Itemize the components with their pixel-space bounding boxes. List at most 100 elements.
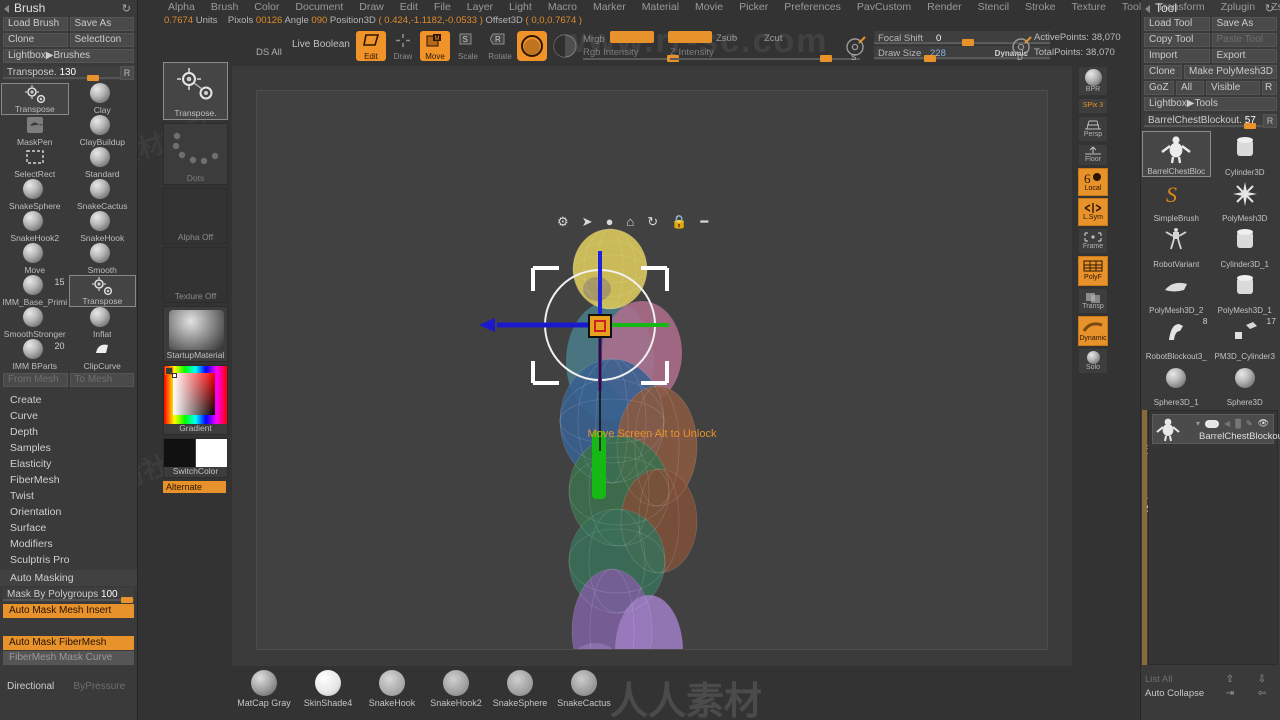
tool-button-row[interactable]: Load Tool Save As bbox=[1141, 16, 1280, 32]
tool-item-simplebrush[interactable]: S SimpleBrush bbox=[1142, 177, 1211, 223]
tool-button-export[interactable]: Export bbox=[1211, 49, 1277, 63]
refresh-icon[interactable]: ↻ bbox=[122, 2, 131, 15]
brush-item-snakecactus[interactable]: SnakeCactus bbox=[69, 179, 137, 211]
tool-item-cylinder3d[interactable]: Cylinder3D bbox=[1211, 131, 1280, 177]
mesh-button-row[interactable]: From Mesh To Mesh bbox=[0, 372, 137, 388]
goz-button[interactable]: GoZ bbox=[1144, 81, 1174, 95]
main-menubar[interactable]: Alpha Brush Color Document Draw Edit File Layer… bbox=[160, 0, 1280, 14]
visibility-toggle-icon[interactable] bbox=[1205, 419, 1220, 428]
tool-item-polymesh3d-2[interactable]: PolyMesh3D_2 bbox=[1142, 269, 1211, 315]
canvas-viewport[interactable]: ⚙ ➤ ● ⌂ ↻ 🔒 ━ Move Screen Alt to Unlock bbox=[256, 90, 1048, 650]
mask-by-polygroups-slider[interactable]: Mask By Polygroups 100 bbox=[3, 588, 134, 603]
directional-label[interactable]: Directional bbox=[3, 681, 68, 695]
merge-down-icon[interactable]: ⇦ bbox=[1246, 688, 1278, 699]
shelf-transp[interactable]: Transp bbox=[1078, 288, 1108, 314]
color-swatch-primary[interactable] bbox=[164, 439, 195, 467]
location-icon[interactable]: ● bbox=[606, 215, 614, 228]
menu-item-picker[interactable]: Picker bbox=[731, 0, 776, 14]
slider-icon[interactable]: ━ bbox=[700, 215, 708, 228]
tool-item-sphere3d-1[interactable]: Sphere3D_1 bbox=[1142, 361, 1211, 407]
brush-item-snakehook2[interactable]: SnakeHook2 bbox=[1, 211, 69, 243]
tool-item-robotblockout3-[interactable]: 8 RobotBlockout3_ bbox=[1142, 315, 1211, 361]
draw-mode-button[interactable]: Draw bbox=[388, 31, 418, 61]
material-sphere-button[interactable] bbox=[517, 31, 547, 61]
material-item-matcap-gray[interactable]: MatCap Gray bbox=[232, 670, 296, 716]
rotate-mode-button[interactable]: R Rotate bbox=[485, 31, 515, 61]
brush-section-sculptris-pro[interactable]: Sculptris Pro bbox=[0, 552, 137, 568]
tool-item-sphere3d[interactable]: Sphere3D bbox=[1211, 361, 1280, 407]
list-all-label[interactable]: List All bbox=[1142, 674, 1214, 685]
brush-section-elasticity[interactable]: Elasticity bbox=[0, 456, 137, 472]
brush-slider-reset[interactable]: R bbox=[120, 66, 134, 80]
edit-mode-button[interactable]: Edit bbox=[356, 31, 386, 61]
lightbox-tools-button[interactable]: Lightbox▶Tools bbox=[1144, 97, 1277, 111]
brush-button-selecticon[interactable]: SelectIcon bbox=[69, 33, 134, 47]
brush-transpose-slider[interactable]: Transpose. 130 R bbox=[3, 66, 134, 81]
shelf-spix-3[interactable]: SPix 3 bbox=[1078, 98, 1108, 114]
menu-item-transform[interactable]: Transform bbox=[1149, 0, 1212, 14]
menu-item-edit[interactable]: Edit bbox=[392, 0, 426, 14]
strip-texture[interactable]: Texture Off bbox=[163, 247, 228, 303]
material-item-snakehook2[interactable]: SnakeHook2 bbox=[424, 670, 488, 716]
menu-item-draw[interactable]: Draw bbox=[351, 0, 392, 14]
tool-item-barrelchestbloc[interactable]: BarrelChestBloc bbox=[1142, 131, 1211, 177]
ds-all-button[interactable]: DS All bbox=[256, 47, 282, 58]
brush-grid[interactable]: Transpose Clay MaskPen ClayBuildup SelectRec… bbox=[0, 82, 137, 372]
tool-item-cylinder3d-1[interactable]: Cylinder3D_1 bbox=[1211, 223, 1280, 269]
menu-item-tool[interactable]: Tool bbox=[1114, 0, 1149, 14]
menu-item-alpha[interactable]: Alpha bbox=[160, 0, 203, 14]
material-item-snakecactus[interactable]: SnakeCactus bbox=[552, 670, 616, 716]
strip-alpha[interactable]: Alpha Off bbox=[163, 188, 228, 244]
mask-polygroups-knob[interactable] bbox=[121, 597, 133, 603]
zsub-label[interactable]: Zsub bbox=[716, 33, 737, 44]
shelf-polyf[interactable]: PolyF bbox=[1078, 256, 1108, 286]
shelf-solo[interactable]: Solo bbox=[1078, 348, 1108, 374]
strip-switch-color[interactable]: SwitchColor bbox=[163, 438, 228, 478]
brush-section-twist[interactable]: Twist bbox=[0, 488, 137, 504]
brush-button-clone[interactable]: Clone bbox=[3, 33, 68, 47]
brush-slider-knob[interactable] bbox=[87, 75, 99, 81]
tool-slider-track[interactable] bbox=[1144, 125, 1277, 127]
tool-button-make-polymesh3d[interactable]: Make PolyMesh3D bbox=[1184, 65, 1277, 79]
brush-button-save-as[interactable]: Save As bbox=[69, 17, 134, 31]
tool-button-copy-tool[interactable]: Copy Tool bbox=[1144, 33, 1210, 47]
material-item-snakesphere[interactable]: SnakeSphere bbox=[488, 670, 552, 716]
shelf-bpr[interactable]: BPR bbox=[1078, 66, 1108, 96]
auto-mask-fibermesh-button[interactable]: Auto Mask FiberMesh bbox=[3, 636, 134, 650]
brush-section-samples[interactable]: Samples bbox=[0, 440, 137, 456]
menu-item-layer[interactable]: Layer bbox=[459, 0, 501, 14]
fibermesh-mask-curve-button[interactable]: FiberMesh Mask Curve bbox=[3, 651, 134, 665]
brush-item-claybuildup[interactable]: ClayBuildup bbox=[69, 115, 137, 147]
focal-shift-knob[interactable] bbox=[962, 39, 974, 46]
brush-button-load-brush[interactable]: Load Brush bbox=[3, 17, 68, 31]
tool-name-slider[interactable]: BarrelChestBlockout. 57 R bbox=[1144, 114, 1277, 129]
menu-item-color[interactable]: Color bbox=[246, 0, 287, 14]
brush-slider-track[interactable] bbox=[3, 77, 134, 79]
menu-item-stencil[interactable]: Stencil bbox=[970, 0, 1018, 14]
menu-item-document[interactable]: Document bbox=[287, 0, 351, 14]
tool-button-row[interactable]: Clone Make PolyMesh3D bbox=[1141, 64, 1280, 80]
brush-item-transpose[interactable]: Transpose bbox=[68, 275, 136, 307]
brush-item-inflat[interactable]: Inflat bbox=[69, 307, 137, 339]
subtool-scrollbar[interactable] bbox=[1142, 410, 1147, 665]
brush-section-curve[interactable]: Curve bbox=[0, 408, 137, 424]
list-all-row[interactable]: List All ⇧ ⇩ bbox=[1142, 672, 1278, 686]
tool-button-load-tool[interactable]: Load Tool bbox=[1144, 17, 1210, 31]
eye-icon[interactable]: 👁 bbox=[1258, 418, 1269, 429]
menu-item-zscript[interactable]: Zscript bbox=[1263, 0, 1280, 14]
tool-button-clone[interactable]: Clone bbox=[1144, 65, 1182, 79]
color-wheel-icon[interactable] bbox=[164, 366, 227, 424]
brush-button-row[interactable]: Clone SelectIcon bbox=[0, 32, 137, 48]
goz-visible-button[interactable]: Visible bbox=[1206, 81, 1260, 95]
subtool-row-icons[interactable]: ▾ ◀ █ ✎ 👁 bbox=[1196, 418, 1269, 429]
from-mesh-button[interactable]: From Mesh bbox=[3, 373, 68, 387]
shelf-l-sym[interactable]: L.Sym bbox=[1078, 198, 1108, 226]
character-model[interactable] bbox=[257, 91, 1048, 650]
pin-icon[interactable]: ➤ bbox=[582, 215, 593, 228]
brush-item-clay[interactable]: Clay bbox=[69, 83, 137, 115]
collapse-triangle-icon[interactable] bbox=[4, 5, 9, 13]
move-mode-button[interactable]: M Move bbox=[420, 31, 450, 61]
subtool-list[interactable]: BarrelChestBlockout ▾ ◀ █ ✎ 👁 bbox=[1148, 410, 1280, 665]
brush-lightbox-row[interactable]: Lightbox▶Brushes bbox=[0, 48, 137, 64]
goz-r-button[interactable]: R bbox=[1262, 81, 1277, 95]
